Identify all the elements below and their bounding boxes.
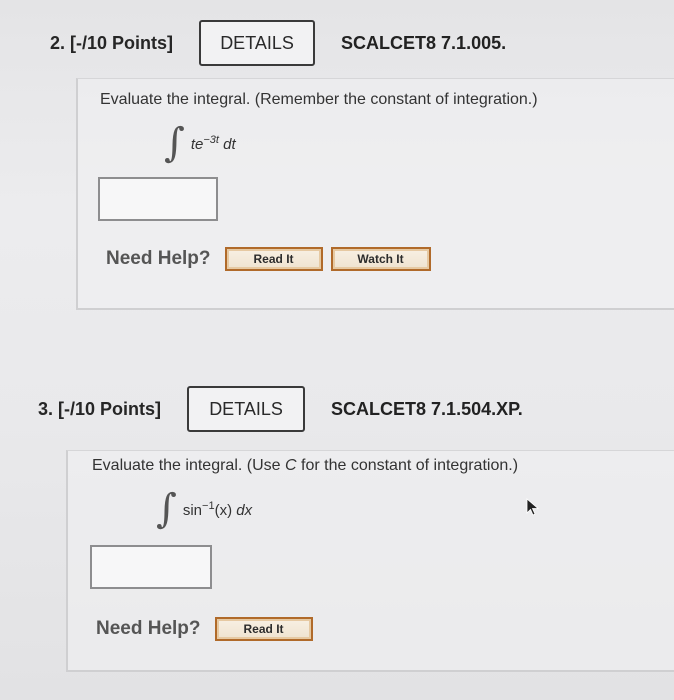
question-3: 3. [-/10 Points] DETAILS SCALCET8 7.1.50… (0, 360, 674, 700)
question-3-code: SCALCET8 7.1.504.XP. (331, 398, 523, 419)
details-button[interactable]: DETAILS (199, 20, 316, 66)
question-3-prompt: Evaluate the integral. (Use C for the co… (92, 457, 519, 474)
details-button[interactable]: DETAILS (187, 386, 306, 432)
question-3-number: 3. [-/10 Points] (38, 398, 162, 419)
question-3-header: 3. [-/10 Points] DETAILS SCALCET8 7.1.50… (38, 386, 523, 432)
question-2-number: 2. [-/10 Points] (50, 32, 174, 53)
answer-input[interactable] (90, 545, 212, 589)
help-row: Need Help? Read It Watch It (106, 247, 439, 271)
need-help-label: Need Help? (106, 248, 211, 269)
question-3-integral: ∫ sin−1(x) dx (156, 489, 252, 529)
question-2: 2. [-/10 Points] DETAILS SCALCET8 7.1.00… (0, 0, 674, 330)
question-2-prompt: Evaluate the integral. (Remember the con… (100, 91, 538, 108)
mouse-cursor-icon (526, 498, 540, 521)
read-it-button[interactable]: Read It (214, 617, 313, 641)
question-2-integral: ∫ te−3t dt (164, 123, 236, 163)
question-3-body: Evaluate the integral. (Use C for the co… (66, 450, 674, 672)
question-2-body: Evaluate the integral. (Remember the con… (76, 78, 674, 310)
need-help-label: Need Help? (96, 618, 201, 639)
watch-it-button[interactable]: Watch It (330, 247, 431, 271)
integral-sign-icon: ∫ (164, 120, 185, 166)
help-row: Need Help? Read It (96, 617, 321, 641)
integrand: te−3t dt (190, 133, 236, 153)
read-it-button[interactable]: Read It (224, 247, 323, 271)
integrand: sin−1(x) dx (182, 499, 253, 519)
answer-input[interactable] (98, 177, 218, 221)
question-2-header: 2. [-/10 Points] DETAILS SCALCET8 7.1.00… (50, 20, 506, 66)
question-2-code: SCALCET8 7.1.005. (341, 32, 507, 53)
integral-sign-icon: ∫ (156, 486, 177, 532)
